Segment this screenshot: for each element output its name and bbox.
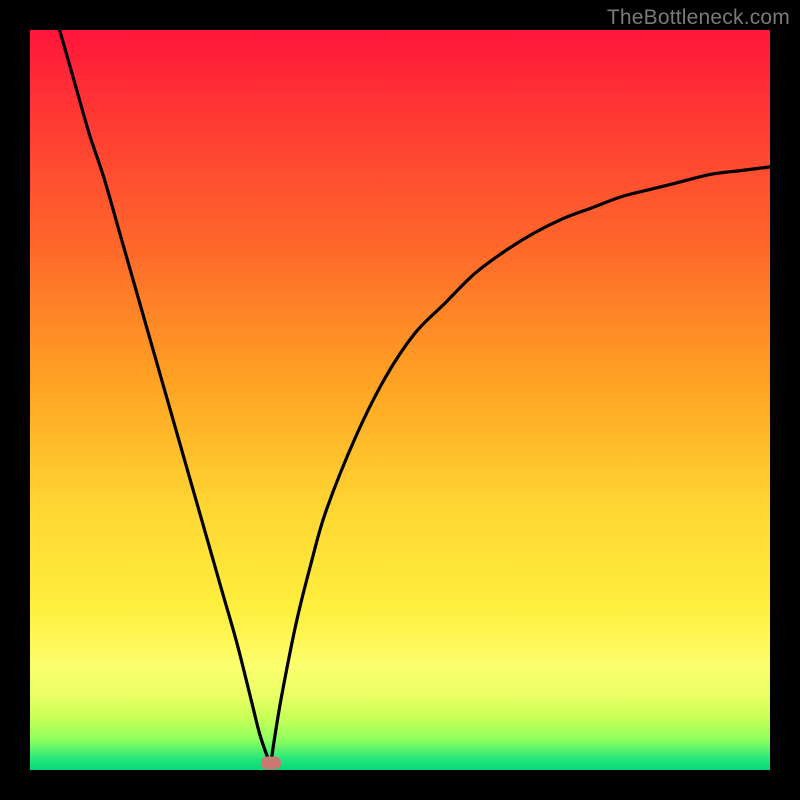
plot-area [30,30,770,770]
chart-frame: TheBottleneck.com [0,0,800,800]
bottleneck-curve [30,30,770,770]
optimum-marker [261,756,281,769]
attribution-label: TheBottleneck.com [607,6,790,30]
